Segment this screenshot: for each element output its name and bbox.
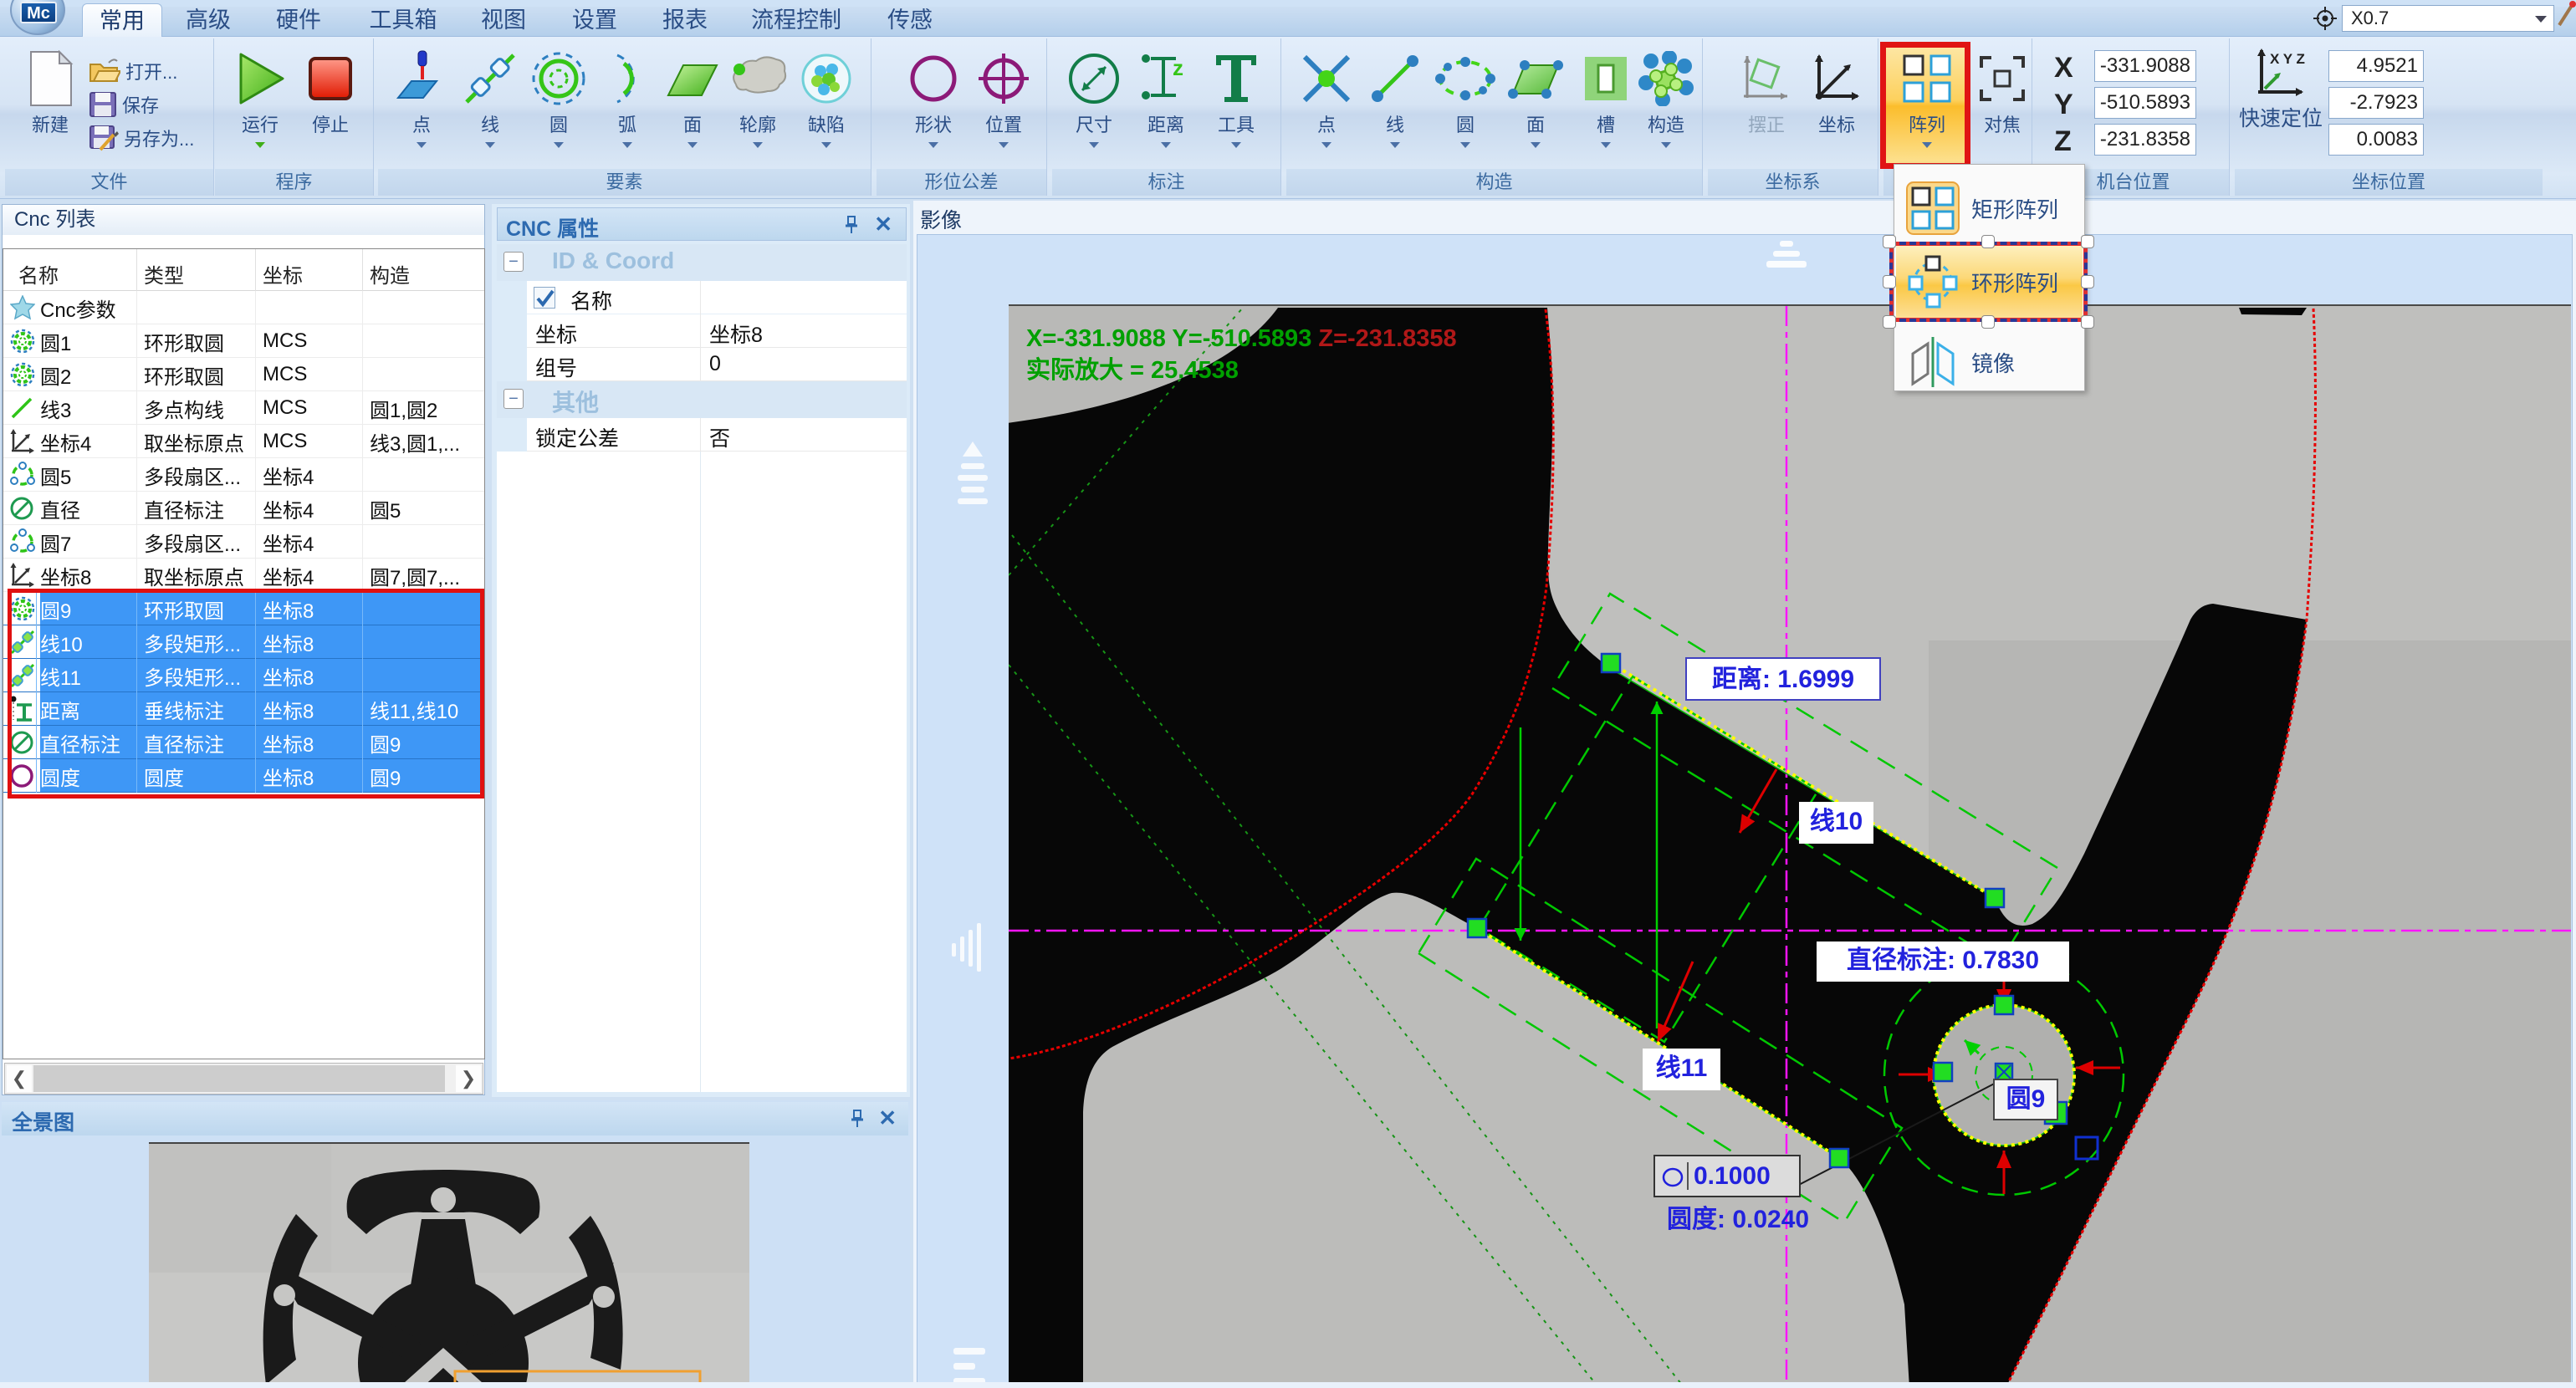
svg-text:X Y Z: X Y Z — [2270, 51, 2305, 67]
svg-text:X=-331.9088 Y=-510.5893 Z=-231: X=-331.9088 Y=-510.5893 Z=-231.8358 — [1026, 325, 1457, 352]
svg-text:z: z — [1173, 55, 1183, 80]
svg-text:实际放大 = 25.4538: 实际放大 = 25.4538 — [1026, 355, 1239, 384]
